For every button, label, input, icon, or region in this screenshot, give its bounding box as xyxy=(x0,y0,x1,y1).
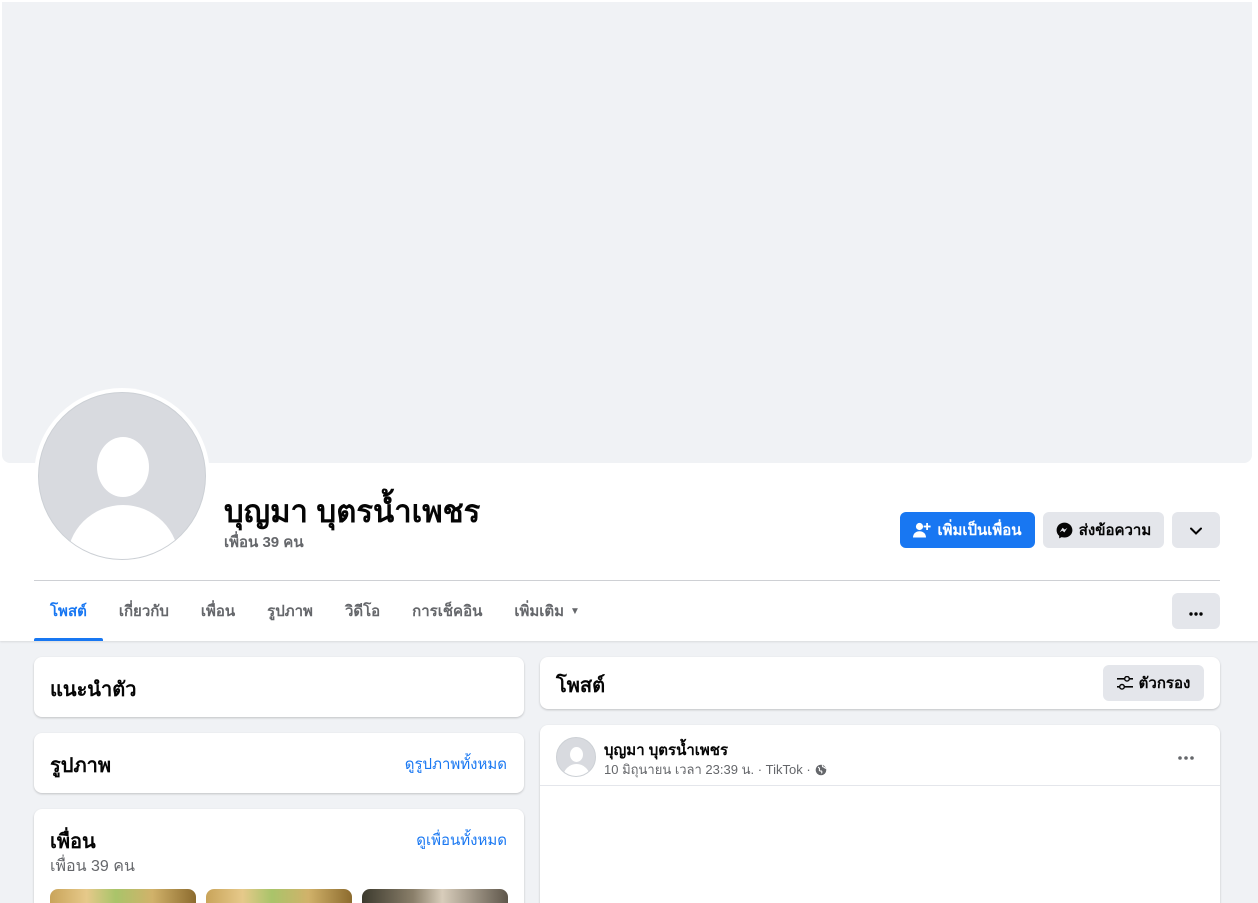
tab-videos[interactable]: วิดีโอ xyxy=(329,581,396,641)
friend-thumbnail[interactable] xyxy=(206,889,352,903)
more-profile-options-button[interactable] xyxy=(1172,512,1220,548)
send-message-button[interactable]: ส่งข้อความ xyxy=(1043,512,1164,548)
profile-header: บุญมา บุตรน้ำเพชร เพื่อน 39 คน เพิ่มเป็น… xyxy=(0,0,1258,641)
tab-more[interactable]: เพิ่มเติม ▼ xyxy=(498,581,596,641)
profile-friend-count[interactable]: เพื่อน 39 คน xyxy=(224,530,304,554)
filter-button[interactable]: ตัวกรอง xyxy=(1103,665,1204,701)
post-card: บุญมา บุตรน้ำเพชร 10 มิถุนายน เวลา 23:39… xyxy=(540,725,1220,903)
cover-photo[interactable] xyxy=(2,2,1252,463)
friends-count: เพื่อน 39 คน xyxy=(50,858,135,875)
posts-title: โพสต์ xyxy=(556,675,606,697)
add-friend-button[interactable]: เพิ่มเป็นเพื่อน xyxy=(900,512,1035,548)
globe-icon xyxy=(815,764,827,776)
tab-more-options-button[interactable] xyxy=(1172,593,1220,629)
more-dots-icon xyxy=(1189,603,1203,620)
photos-title: รูปภาพ xyxy=(50,755,112,777)
tab-about[interactable]: เกี่ยวกับ xyxy=(103,581,185,641)
tab-checkins[interactable]: การเช็คอิน xyxy=(396,581,498,641)
post-meta: 10 มิถุนายน เวลา 23:39 น. · TikTok · xyxy=(604,759,827,780)
add-friend-label: เพิ่มเป็นเพื่อน xyxy=(937,522,1022,539)
friend-thumbnail[interactable] xyxy=(50,889,196,903)
default-avatar-icon xyxy=(38,392,206,560)
more-dots-icon xyxy=(1178,747,1194,764)
see-all-friends-link[interactable]: ดูเพื่อนทั้งหมด xyxy=(416,828,507,852)
profile-tabs: โพสต์ เกี่ยวกับ เพื่อน รูปภาพ วิดีโอ การ… xyxy=(34,581,596,641)
friends-card: เพื่อน เพื่อน 39 คน ดูเพื่อนทั้งหมด xyxy=(34,809,524,903)
person-plus-icon xyxy=(913,522,932,538)
post-author-avatar[interactable] xyxy=(556,737,596,777)
profile-avatar[interactable] xyxy=(34,388,210,564)
caret-down-icon: ▼ xyxy=(570,605,580,617)
filter-label: ตัวกรอง xyxy=(1138,675,1191,692)
tab-friends[interactable]: เพื่อน xyxy=(185,581,251,641)
tab-photos[interactable]: รูปภาพ xyxy=(251,581,329,641)
friends-title: เพื่อน xyxy=(50,831,96,853)
see-all-photos-link[interactable]: ดูรูปภาพทั้งหมด xyxy=(405,752,507,776)
send-message-label: ส่งข้อความ xyxy=(1078,522,1152,539)
posts-header-card: โพสต์ ตัวกรอง xyxy=(540,657,1220,709)
chevron-down-icon xyxy=(1190,522,1202,539)
friend-thumbnail[interactable] xyxy=(362,889,508,903)
intro-card: แนะนำตัว xyxy=(34,657,524,717)
post-timestamp[interactable]: 10 มิถุนายน เวลา 23:39 น. · TikTok · xyxy=(604,759,811,780)
profile-name: บุญมา บุตรน้ำเพชร xyxy=(224,494,481,529)
post-options-button[interactable] xyxy=(1168,737,1204,773)
photos-card: รูปภาพ ดูรูปภาพทั้งหมด xyxy=(34,733,524,793)
tab-posts[interactable]: โพสต์ xyxy=(34,581,103,641)
post-divider xyxy=(540,785,1220,786)
intro-title: แนะนำตัว xyxy=(50,679,137,701)
messenger-icon xyxy=(1056,522,1073,539)
sliders-icon xyxy=(1116,676,1133,690)
